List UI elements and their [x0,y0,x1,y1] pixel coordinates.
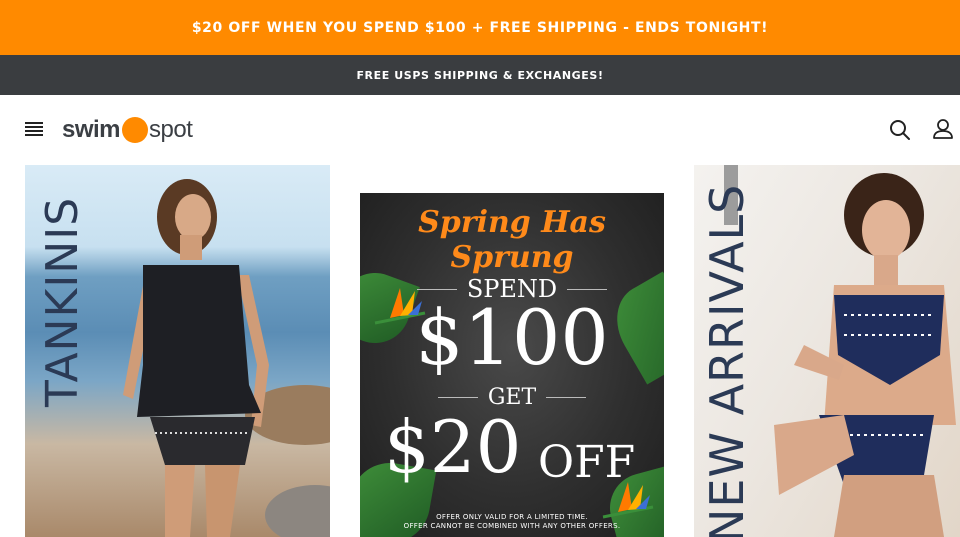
tankinis-tile[interactable]: TANKINIS [25,165,330,537]
site-logo[interactable]: swim spot [62,113,193,147]
promo-banner[interactable]: $20 OFF WHEN YOU SPEND $100 + FREE SHIPP… [0,0,960,55]
promo-spend-amount: $100 [415,293,609,382]
search-icon[interactable] [888,118,912,142]
shipping-banner[interactable]: FREE USPS SHIPPING & EXCHANGES! [0,55,960,95]
shipping-banner-text: FREE USPS SHIPPING & EXCHANGES! [356,68,604,82]
account-icon[interactable] [931,117,955,141]
logo-spot-text: spot [149,116,193,143]
new-arrivals-label: NEW ARRIVALS [700,183,754,537]
logo-dot [122,117,149,143]
promo-off-text: OFF [538,437,636,488]
spring-promo-tile[interactable]: Spring Has Sprung SPEND $100 GET $20 OFF… [360,193,664,537]
promo-banner-text: $20 OFF WHEN YOU SPEND $100 + FREE SHIPP… [191,19,769,36]
promo-fine-print-2: OFFER CANNOT BE COMBINED WITH ANY OTHER … [403,522,621,530]
site-header: swim spot [0,95,960,165]
promo-title: Spring Has Sprung [418,205,606,275]
new-arrivals-tile[interactable]: NEW ARRIVALS [694,165,960,537]
tankinis-label: TANKINIS [37,196,88,407]
promo-fine-print-1: OFFER ONLY VALID FOR A LIMITED TIME. [436,513,588,521]
promo-discount-amount: $20 [384,405,522,489]
logo-swim-text: swim [62,116,121,143]
menu-icon[interactable] [25,122,43,137]
